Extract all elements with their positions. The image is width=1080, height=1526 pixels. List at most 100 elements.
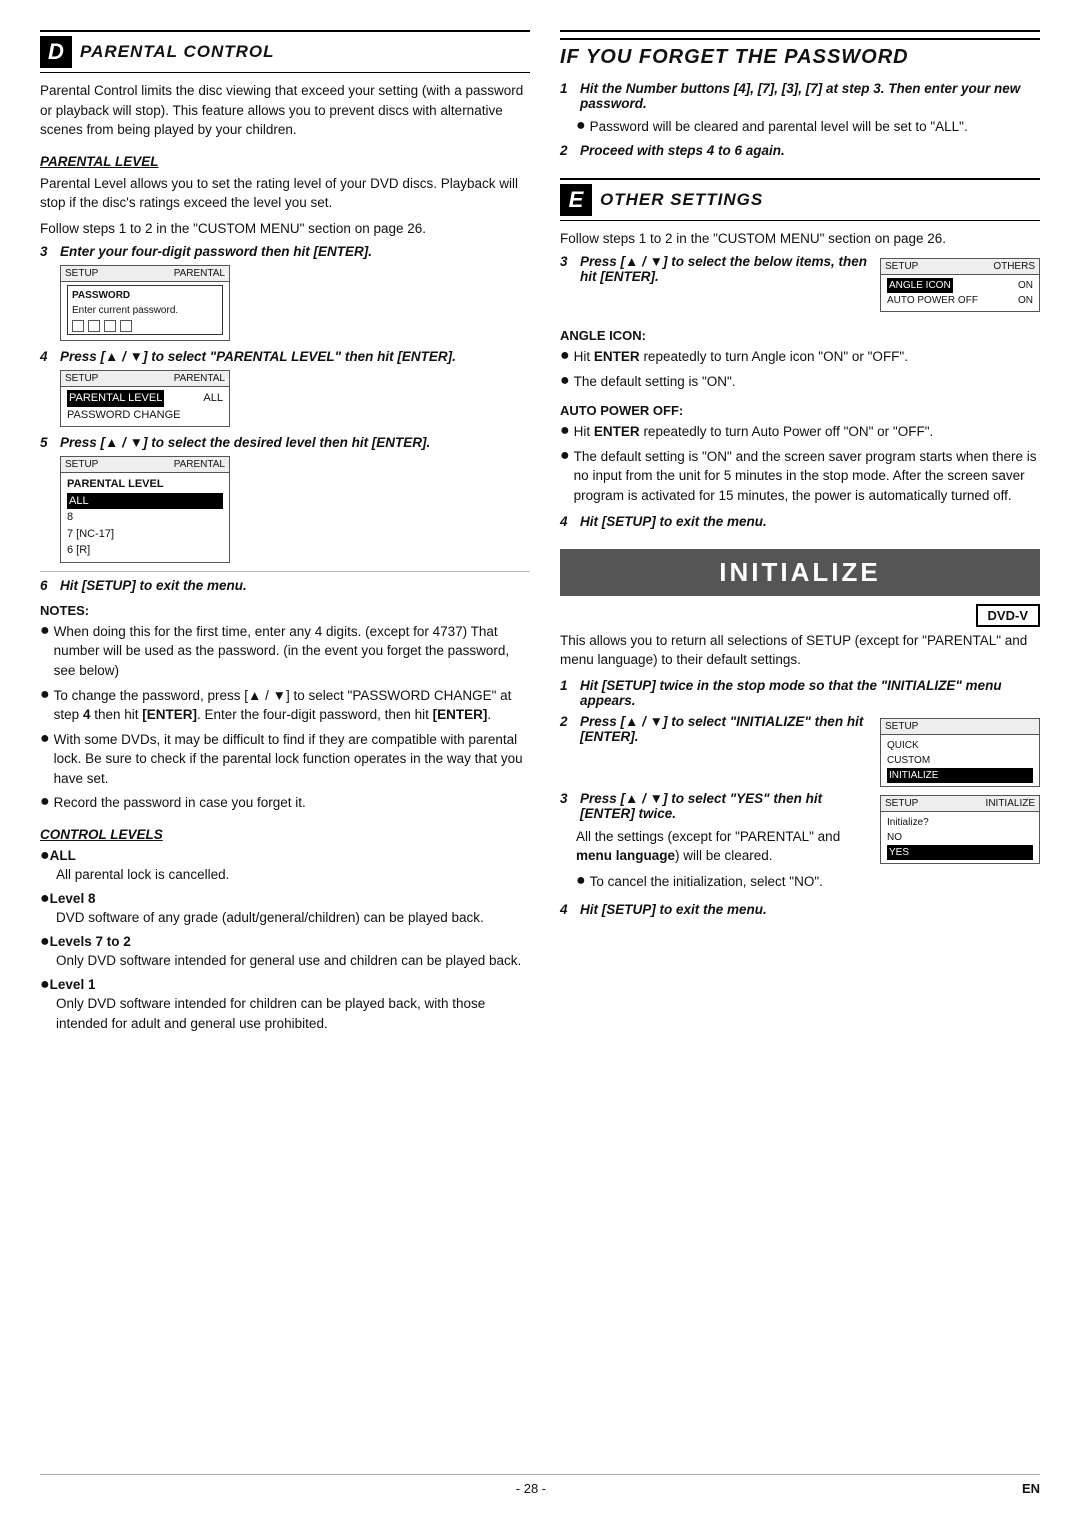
level-all-text: All parental lock is cancelled. <box>56 865 530 885</box>
section-e-header: E OTHER SETTINGS <box>560 178 1040 221</box>
initialize-banner: INITIALIZE <box>560 549 1040 596</box>
screen3-subtitle: Enter current password. <box>72 303 218 318</box>
section-d-intro: Parental Control limits the disc viewing… <box>40 81 530 140</box>
step-5-num: 5 <box>40 435 54 450</box>
init-step-3: 3 Press [▲ / ▼] to select "YES" then hit… <box>560 791 870 821</box>
auto-bullet-2: ● The default setting is "ON" and the sc… <box>560 447 1040 506</box>
auto-bullet-1: ● Hit ENTER repeatedly to turn Auto Powe… <box>560 422 1040 442</box>
screen-step5: SETUP PARENTAL PARENTAL LEVEL ALL 8 7 [N… <box>60 456 230 563</box>
screen4-row1-val: ALL <box>203 390 223 407</box>
angle-bullet-2: ● The default setting is "ON". <box>560 372 1040 392</box>
init2-row3: INITIALIZE <box>887 768 1033 783</box>
screen3-header-left: SETUP <box>65 268 98 279</box>
angle-b1-dot: ● <box>560 347 570 367</box>
notes-title: NOTES: <box>40 603 530 618</box>
step-4-num: 4 <box>40 349 54 364</box>
init-step-4-text: Hit [SETUP] to exit the menu. <box>580 902 1040 917</box>
init-step-2-text: Press [▲ / ▼] to select "INITIALIZE" the… <box>580 714 870 744</box>
forget-step-1-bullet-text: Password will be cleared and parental le… <box>590 117 968 137</box>
init-step-4-num: 4 <box>560 902 574 917</box>
screen4-header-right: PARENTAL <box>174 373 225 384</box>
init-step-1: 1 Hit [SETUP] twice in the stop mode so … <box>560 678 1040 708</box>
init-step-3-bullet: ● To cancel the initialization, select "… <box>576 872 870 892</box>
note-3-bullet: ● <box>40 730 50 789</box>
angle-b2-text: The default setting is "ON". <box>574 372 736 392</box>
step-3: 3 Enter your four-digit password then hi… <box>40 244 530 259</box>
auto-b1-dot: ● <box>560 422 570 442</box>
auto-power-off-header: AUTO POWER OFF: <box>560 403 1040 418</box>
note-4: ● Record the password in case you forget… <box>40 793 530 813</box>
note-1: ● When doing this for the first time, en… <box>40 622 530 681</box>
init-b-dot: ● <box>576 872 586 892</box>
screen-e3-left: SETUP <box>885 261 918 272</box>
level-all: ●ALL All parental lock is cancelled. <box>40 847 530 884</box>
forget-step-2: 2 Proceed with steps 4 to 6 again. <box>560 143 1040 158</box>
if-forget-title2: You Forget The Password <box>586 46 909 68</box>
right-column: If You Forget The Password 1 Hit the Num… <box>560 30 1040 1454</box>
notes-section: NOTES: ● When doing this for the first t… <box>40 603 530 813</box>
screen-e3-right: OTHERS <box>993 261 1035 272</box>
screen-e3-row1-val: ON <box>1018 278 1033 293</box>
angle-b2-dot: ● <box>560 372 570 392</box>
if-forget-header: If You Forget The Password <box>560 30 1040 73</box>
init-step-3-text: Press [▲ / ▼] to select "YES" then hit [… <box>580 791 870 821</box>
step-4-text: Press [▲ / ▼] to select "PARENTAL LEVEL"… <box>60 349 530 364</box>
control-levels-header: CONTROL LEVELS <box>40 827 530 842</box>
section-e-step4: 4 Hit [SETUP] to exit the menu. <box>560 514 1040 529</box>
footer-lang: EN <box>1022 1481 1040 1496</box>
screen3-header-right: PARENTAL <box>174 268 225 279</box>
screen-e3-row1: ANGLE ICON <box>887 278 953 293</box>
note-4-text: Record the password in case you forget i… <box>54 793 306 813</box>
angle-icon-header: ANGLE ICON: <box>560 328 1040 343</box>
left-column: D PARENTAL CONTROL Parental Control limi… <box>40 30 530 1454</box>
init3-row3: YES <box>887 845 1033 860</box>
level-7-to-2-text: Only DVD software intended for general u… <box>56 951 530 971</box>
auto-b1-text: Hit ENTER repeatedly to turn Auto Power … <box>574 422 934 442</box>
pw-sq-2 <box>88 320 100 332</box>
screen-e3-row2-val: ON <box>1018 293 1033 308</box>
init-step-1-text: Hit [SETUP] twice in the stop mode so th… <box>580 678 1040 708</box>
screen3-title: PASSWORD <box>72 288 218 303</box>
section-d-header: D PARENTAL CONTROL <box>40 30 530 73</box>
if-forget-title: If <box>560 46 586 68</box>
forget-step-1-bullet: ● Password will be cleared and parental … <box>576 117 1040 137</box>
dvd-v-badge: DVD-V <box>976 604 1040 627</box>
e-step-4-num: 4 <box>560 514 574 529</box>
section-e-title: OTHER SETTINGS <box>600 190 763 210</box>
screen-init-step2: SETUP QUICK CUSTOM INITIALIZE <box>880 718 1040 787</box>
auto-b2-text: The default setting is "ON" and the scre… <box>574 447 1040 506</box>
section-d-letter: D <box>40 36 72 68</box>
auto-b2-dot: ● <box>560 447 570 506</box>
screen5-title: PARENTAL LEVEL <box>67 476 223 493</box>
init-step-3-body: All the settings (except for "PARENTAL" … <box>576 827 870 866</box>
page-footer: - 28 - EN <box>40 1474 1040 1496</box>
footer-page-num: - 28 - <box>516 1481 546 1496</box>
level-8-text: DVD software of any grade (adult/general… <box>56 908 530 928</box>
screen-step4: SETUP PARENTAL PARENTAL LEVEL ALL PASSWO… <box>60 370 230 427</box>
level-1-text: Only DVD software intended for children … <box>56 994 530 1033</box>
screen-init-step3: SETUP INITIALIZE Initialize? NO YES <box>880 795 1040 864</box>
parental-level-body: Parental Level allows you to set the rat… <box>40 174 530 213</box>
screen-e3-row2: AUTO POWER OFF <box>887 293 978 308</box>
init-step-2-num: 2 <box>560 714 574 729</box>
screen4-header-left: SETUP <box>65 373 98 384</box>
step-4: 4 Press [▲ / ▼] to select "PARENTAL LEVE… <box>40 349 530 364</box>
note-2-bullet: ● <box>40 686 50 725</box>
parental-follow-steps: Follow steps 1 to 2 in the "CUSTOM MENU"… <box>40 219 530 239</box>
screen5-header-left: SETUP <box>65 459 98 470</box>
level-1: ●Level 1 Only DVD software intended for … <box>40 976 530 1033</box>
forget-step-2-num: 2 <box>560 143 574 158</box>
screen-e-step3: SETUP OTHERS ANGLE ICON ON AUTO POWER OF… <box>880 258 1040 312</box>
level-7-to-2: ●Levels 7 to 2 Only DVD software intende… <box>40 933 530 970</box>
init3-row1: Initialize? <box>887 815 1033 830</box>
pw-sq-3 <box>104 320 116 332</box>
screen4-row2: PASSWORD CHANGE <box>67 407 223 424</box>
forget-step-1-text: Hit the Number buttons [4], [7], [3], [7… <box>580 81 1040 111</box>
note-3-text: With some DVDs, it may be difficult to f… <box>54 730 530 789</box>
forget-step-2-text: Proceed with steps 4 to 6 again. <box>580 143 1040 158</box>
init-b-text: To cancel the initialization, select "NO… <box>590 872 823 892</box>
section-e-follow-steps: Follow steps 1 to 2 in the "CUSTOM MENU"… <box>560 229 1040 249</box>
level-8: ●Level 8 DVD software of any grade (adul… <box>40 890 530 927</box>
angle-bullet-1: ● Hit ENTER repeatedly to turn Angle ico… <box>560 347 1040 367</box>
screen5-row1: 8 <box>67 509 223 526</box>
